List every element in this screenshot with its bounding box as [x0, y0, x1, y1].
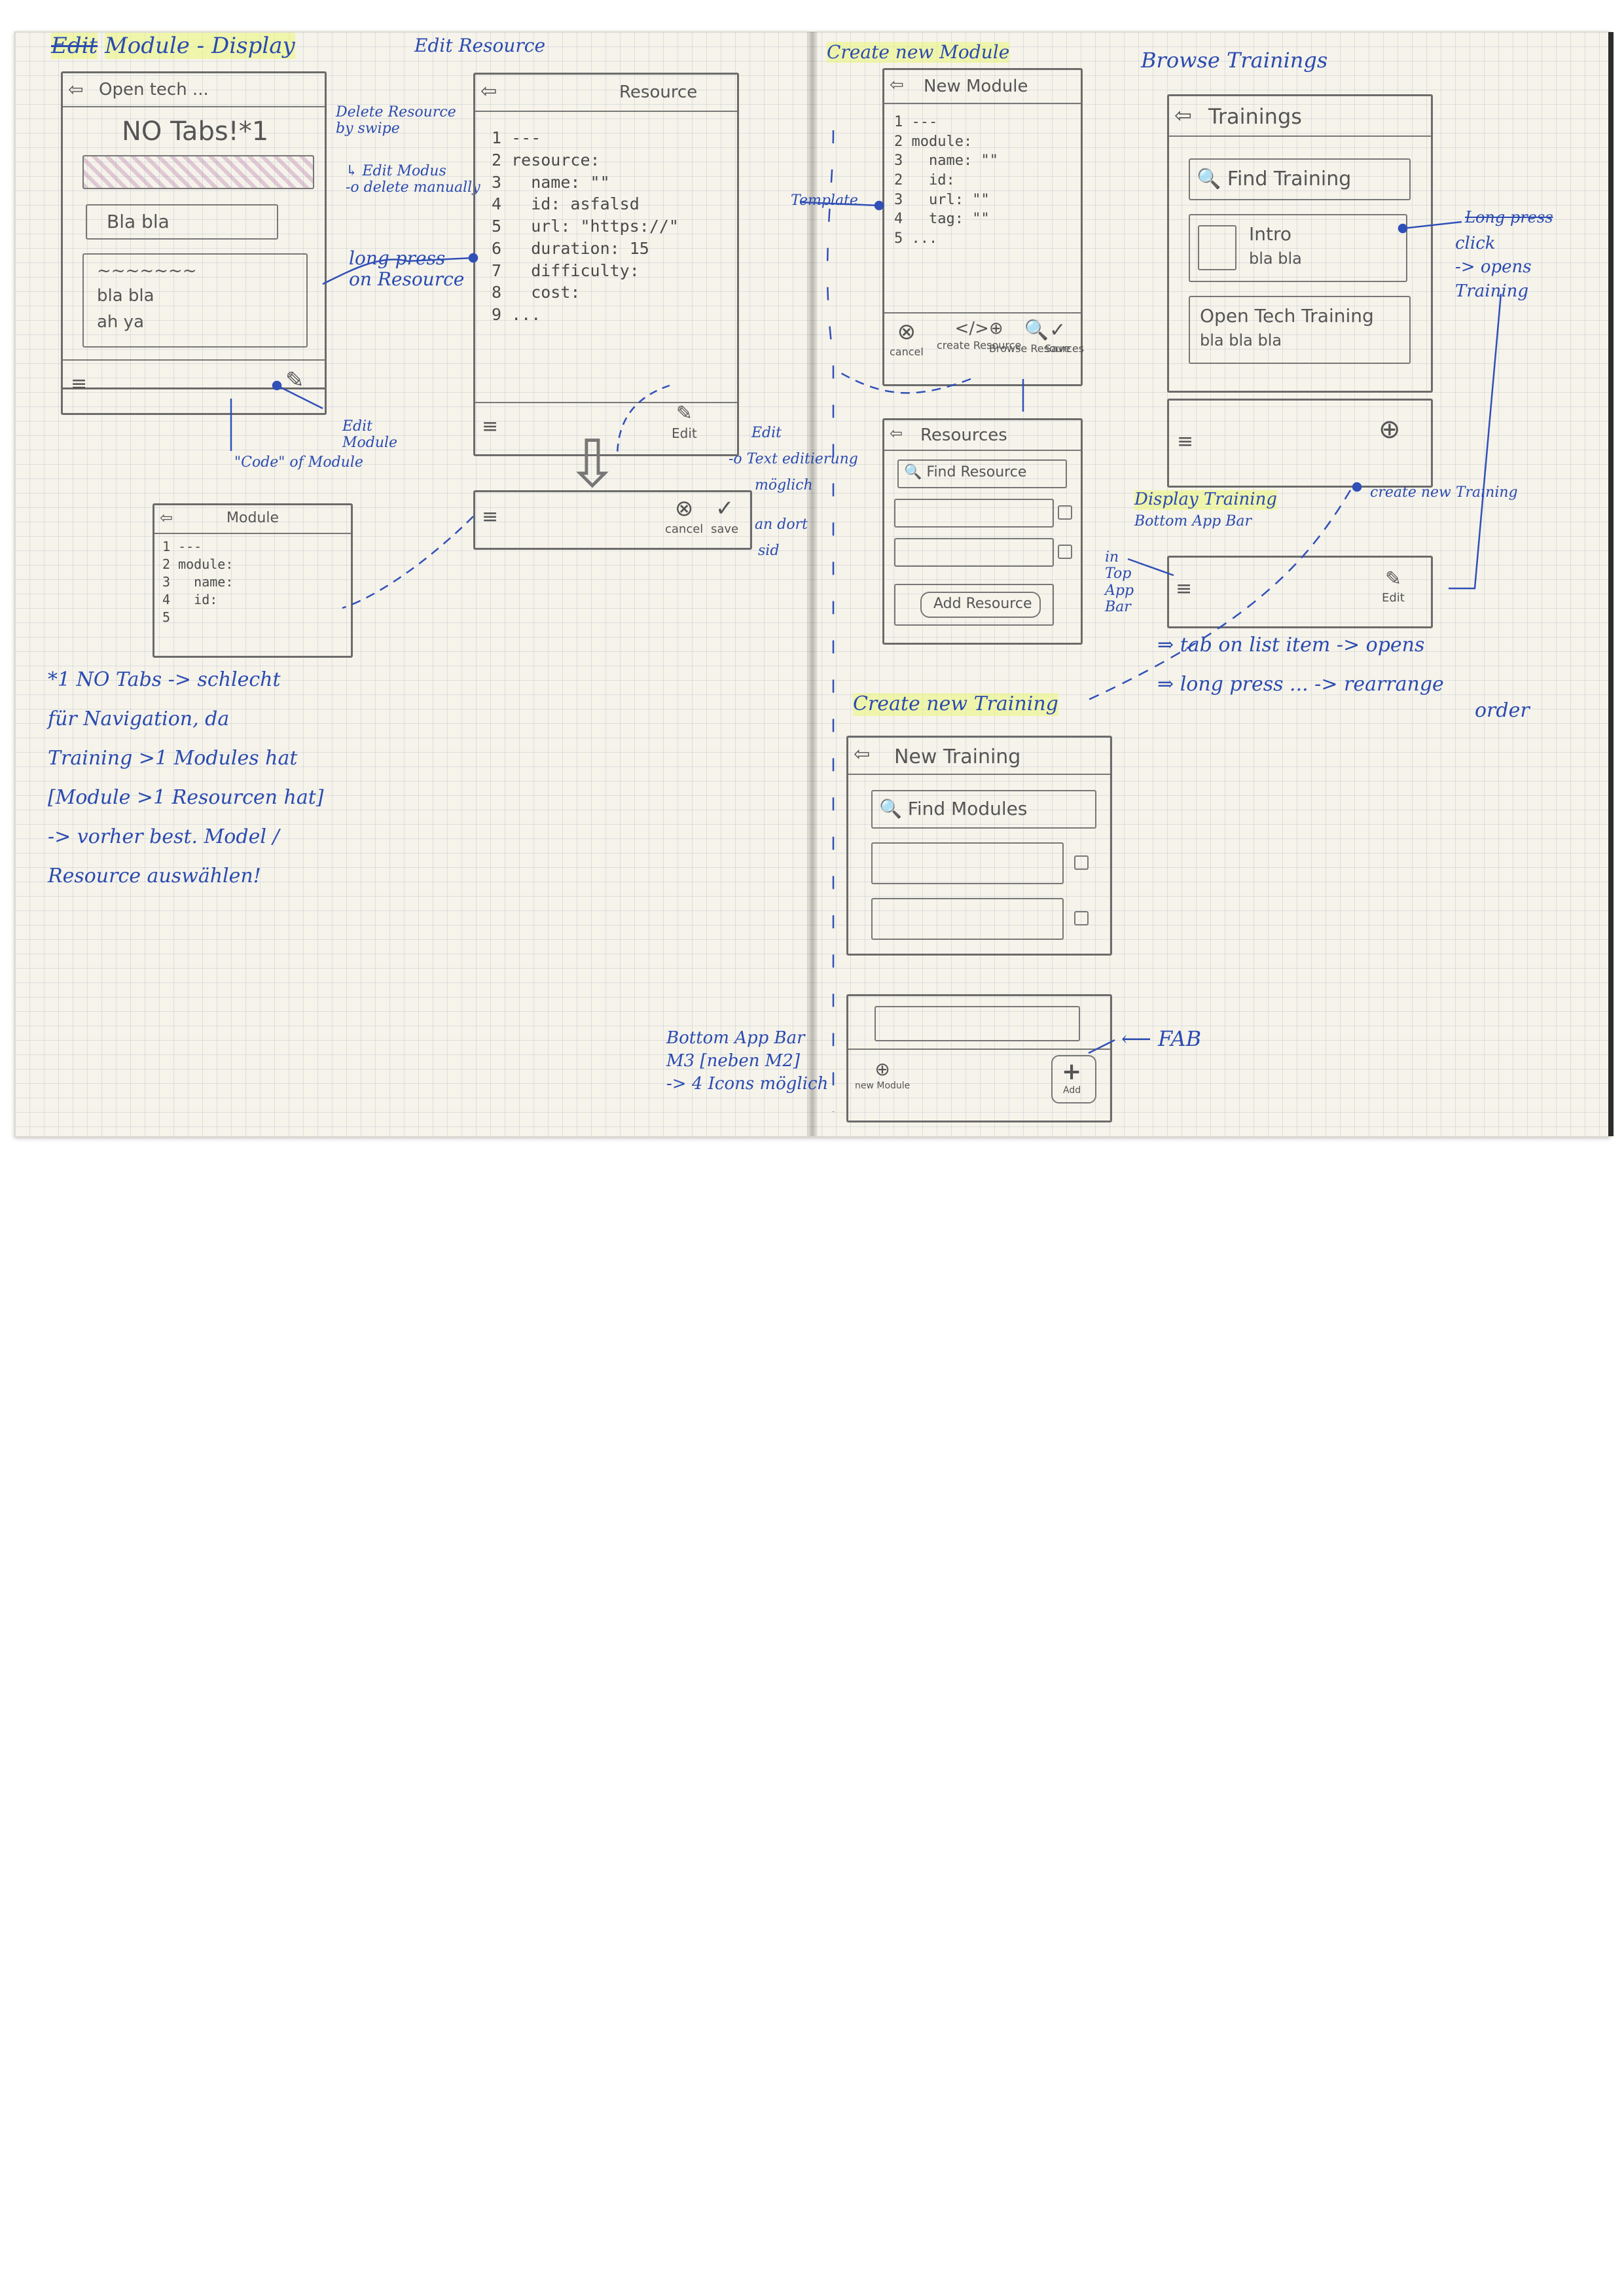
- connector-edit-mode: [342, 516, 474, 609]
- connector-template: [826, 130, 835, 1112]
- connector-create-training: [1088, 490, 1352, 701]
- connector-long-press: [322, 257, 474, 285]
- flow-connectors: [230, 130, 1502, 1112]
- notebook-spread: Edit Module - Display ⇦ Open tech ... NO…: [14, 31, 1614, 1137]
